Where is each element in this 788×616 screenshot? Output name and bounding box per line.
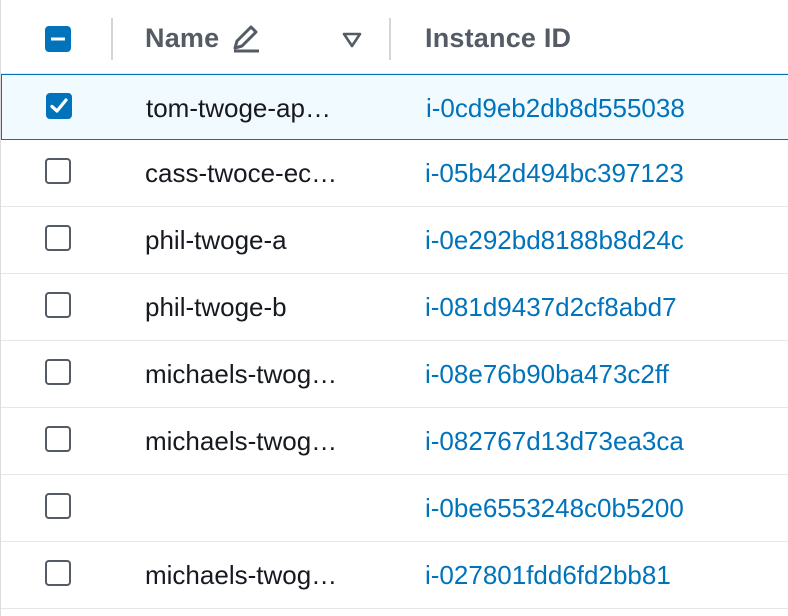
instance-name: michaels-twog…: [145, 426, 338, 456]
instance-id-link[interactable]: i-0e292bd8188b8d24c: [425, 225, 684, 256]
instance-id-link[interactable]: i-08e76b90ba473c2ff: [425, 359, 669, 390]
checkmark-icon: [50, 98, 68, 113]
row-checkbox[interactable]: [45, 426, 71, 452]
table-row[interactable]: i-0be6553248c0b5200: [1, 475, 788, 542]
minus-icon: [51, 37, 65, 41]
row-checkbox[interactable]: [45, 225, 71, 251]
table-row[interactable]: phil-twoge-a i-0e292bd8188b8d24c: [1, 207, 788, 274]
row-checkbox[interactable]: [45, 560, 71, 586]
instance-id-link[interactable]: i-027801fdd6fd2bb81: [425, 560, 671, 591]
instance-name: phil-twoge-a: [145, 225, 287, 255]
column-header-instance-id[interactable]: Instance ID: [425, 23, 571, 54]
instance-id-link[interactable]: i-05b42d494bc397123: [425, 158, 684, 189]
table-row[interactable]: michaels-twog… i-08e76b90ba473c2ff: [1, 341, 788, 408]
instance-name: tom-twoge-ap…: [146, 93, 331, 123]
column-separator[interactable]: [389, 18, 391, 60]
pencil-icon: [229, 24, 263, 59]
instance-name: phil-twoge-b: [145, 292, 287, 322]
instance-name: cass-twoce-ec…: [145, 158, 338, 188]
table-row[interactable]: phil-twoge-b i-081d9437d2cf8abd7: [1, 274, 788, 341]
table-row[interactable]: michaels-twog… i-082767d13d73ea3ca: [1, 408, 788, 475]
instances-table: Name Instance ID tom-twoge-ap… i-0cd9eb2…: [0, 0, 788, 616]
column-separator[interactable]: [111, 18, 113, 60]
column-header-name[interactable]: Name: [145, 23, 219, 54]
table-row[interactable]: cass-twoce-ec… i-05b42d494bc397123: [1, 140, 788, 207]
row-checkbox[interactable]: [46, 93, 72, 119]
row-checkbox[interactable]: [45, 292, 71, 318]
instance-id-link[interactable]: i-081d9437d2cf8abd7: [425, 292, 677, 323]
sort-down-triangle-icon[interactable]: [341, 31, 363, 54]
instance-id-link[interactable]: i-0cd9eb2db8d555038: [426, 93, 685, 124]
table-row[interactable]: michaels-twog… i-027801fdd6fd2bb81: [1, 542, 788, 609]
row-checkbox[interactable]: [45, 158, 71, 184]
row-checkbox[interactable]: [45, 359, 71, 385]
instance-id-link[interactable]: i-0be6553248c0b5200: [425, 493, 684, 524]
table-header: Name Instance ID: [1, 0, 788, 74]
table-row[interactable]: tom-twoge-ap… i-0cd9eb2db8d555038: [1, 74, 788, 140]
instance-name: michaels-twog…: [145, 359, 338, 389]
instance-name: michaels-twog…: [145, 560, 338, 590]
row-checkbox[interactable]: [45, 493, 71, 519]
instance-id-link[interactable]: i-082767d13d73ea3ca: [425, 426, 684, 457]
select-all-checkbox[interactable]: [45, 26, 71, 52]
